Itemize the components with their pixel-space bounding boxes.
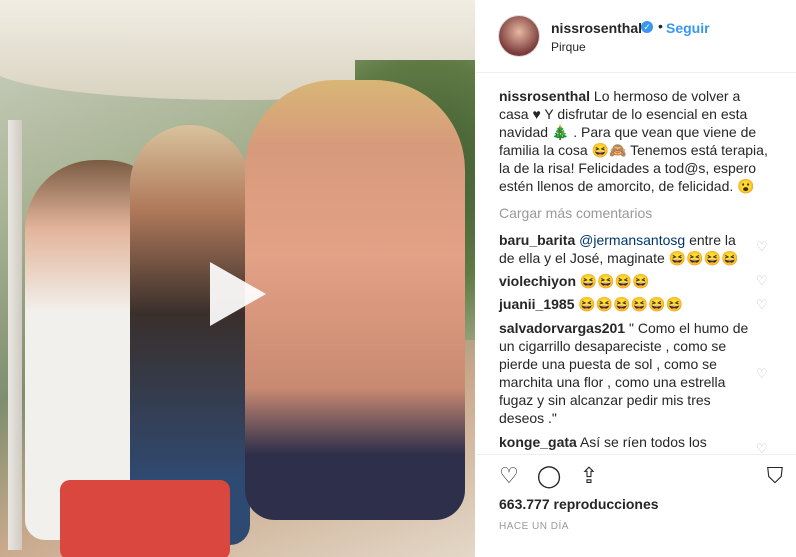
separator-dot: • (658, 18, 663, 34)
post-modal: nissrosenthal ✓ • Seguir Pirque nissrose… (0, 0, 796, 557)
comment-text: 😆😆😆😆 (579, 273, 650, 289)
load-more-comments-button[interactable]: Cargar más comentarios (499, 205, 652, 221)
verified-badge-icon: ✓ (641, 21, 653, 33)
location-link[interactable]: Pirque (551, 40, 586, 54)
caption: nissrosenthal Lo hermoso de volver a cas… (499, 87, 771, 195)
comment-username[interactable]: violechiyon (499, 273, 576, 289)
list-item: konge_gata Así se ríen todos los (499, 433, 749, 451)
comment-username[interactable]: konge_gata (499, 434, 577, 450)
actions-bar: ♡ ◯ ⇪ ⛉ (476, 454, 796, 495)
comment-text: 😆😆😆😆😆😆 (578, 296, 683, 312)
bookmark-icon[interactable]: ⛉ (762, 463, 788, 489)
video-player[interactable] (0, 0, 475, 557)
comment-text: Así se ríen todos los (579, 434, 707, 450)
follow-button[interactable]: Seguir (666, 20, 710, 36)
comment-username[interactable]: juanii_1985 (499, 296, 575, 312)
share-icon[interactable]: ⇪ (576, 463, 602, 489)
heart-icon[interactable]: ♡ (756, 367, 768, 380)
play-icon[interactable] (210, 262, 266, 326)
list-item: violechiyon 😆😆😆😆 (499, 272, 749, 290)
heart-icon[interactable]: ♡ (756, 274, 768, 287)
avatar[interactable] (499, 16, 539, 56)
heart-icon[interactable]: ♡ (496, 463, 522, 489)
list-item: salvadorvargas201 " Como el humo de un c… (499, 319, 749, 427)
person-right (245, 80, 465, 520)
comment-username[interactable]: baru_barita (499, 232, 575, 248)
view-count[interactable]: 663.777 reproducciones (499, 496, 659, 512)
comment-icon[interactable]: ◯ (536, 463, 562, 489)
post-timestamp: HACE UN DÍA (499, 521, 569, 532)
heart-icon[interactable]: ♡ (756, 240, 768, 253)
post-sidebar: nissrosenthal ✓ • Seguir Pirque nissrose… (476, 0, 796, 557)
post-header: nissrosenthal ✓ • Seguir Pirque (476, 0, 796, 73)
caption-username[interactable]: nissrosenthal (499, 88, 590, 104)
red-cushion (60, 480, 230, 557)
comment-username[interactable]: salvadorvargas201 (499, 320, 625, 336)
list-item: juanii_1985 😆😆😆😆😆😆 (499, 295, 749, 313)
comments-section: nissrosenthal Lo hermoso de volver a cas… (476, 73, 796, 453)
heart-icon[interactable]: ♡ (756, 442, 768, 453)
header-username[interactable]: nissrosenthal (551, 20, 642, 36)
comment-mention[interactable]: @jermansantosg (579, 232, 685, 248)
heart-icon[interactable]: ♡ (756, 298, 768, 311)
list-item: baru_barita @jermansantosg entre la de e… (499, 231, 749, 267)
swing-pole (8, 120, 22, 550)
